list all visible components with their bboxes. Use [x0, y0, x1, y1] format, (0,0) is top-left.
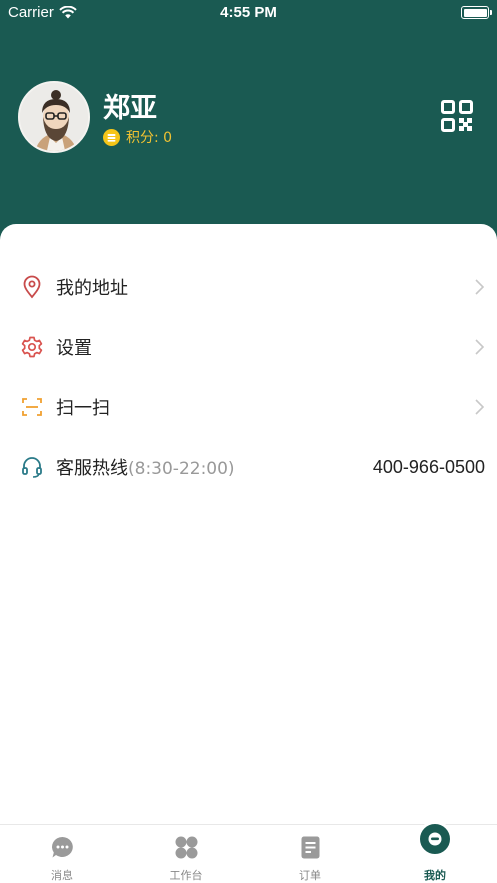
hotline-hours: (8:30-22:00) [128, 459, 235, 479]
tab-label: 工作台 [169, 869, 203, 882]
hotline-label: 客服热线(8:30-22:00) [56, 454, 235, 480]
location-pin-icon [23, 275, 41, 299]
profile-header: 郑亚 积分: 0 [0, 26, 497, 226]
status-bar: Carrier 4:55 PM [0, 0, 497, 26]
tab-workbench[interactable]: 工作台 [124, 825, 248, 883]
tab-orders[interactable]: 订单 [248, 825, 372, 883]
chevron-right-icon [475, 339, 485, 355]
scan-icon [22, 398, 42, 416]
points-row[interactable]: 积分: 0 [103, 127, 172, 147]
status-time: 4:55 PM [220, 4, 277, 21]
tab-messages[interactable]: 消息 [0, 825, 124, 883]
hotline-phone[interactable]: 400-966-0500 [373, 457, 485, 478]
menu-item-label: 扫一扫 [56, 398, 110, 419]
document-icon [301, 836, 320, 859]
tab-bar: 消息 工作台 订单 我的 [0, 821, 497, 883]
coin-icon [103, 128, 120, 146]
points-label: 积分: 0 [126, 130, 173, 146]
clover-grid-icon [175, 836, 198, 859]
menu-item-label: 我的地址 [56, 278, 128, 299]
tab-label: 我的 [424, 869, 446, 882]
menu-item-scan[interactable]: 扫一扫 [0, 377, 497, 437]
chevron-right-icon [475, 279, 485, 295]
profile-tab-icon [417, 821, 453, 857]
chat-bubble-icon [51, 837, 73, 858]
avatar-illustration-icon [20, 83, 88, 151]
battery-icon [461, 6, 492, 19]
chevron-right-icon [475, 399, 485, 415]
tab-label: 订单 [299, 869, 321, 882]
tab-label: 消息 [51, 869, 73, 882]
qr-code-icon[interactable] [441, 100, 473, 132]
hotline-title: 客服热线 [56, 458, 128, 479]
menu-item-label: 设置 [56, 338, 92, 359]
tab-mine[interactable]: 我的 [373, 821, 497, 883]
user-name: 郑亚 [103, 93, 157, 124]
menu-item-settings[interactable]: 设置 [0, 317, 497, 377]
menu-item-address[interactable]: 我的地址 [0, 257, 497, 317]
gear-icon [21, 336, 43, 358]
headset-icon [22, 457, 42, 478]
avatar[interactable] [18, 81, 90, 153]
menu-item-hotline[interactable]: 客服热线(8:30-22:00) 400-966-0500 [0, 437, 497, 497]
menu-card: 我的地址 设置 扫一扫 客服热线(8:30-22:00) 400-966-050… [0, 224, 497, 824]
